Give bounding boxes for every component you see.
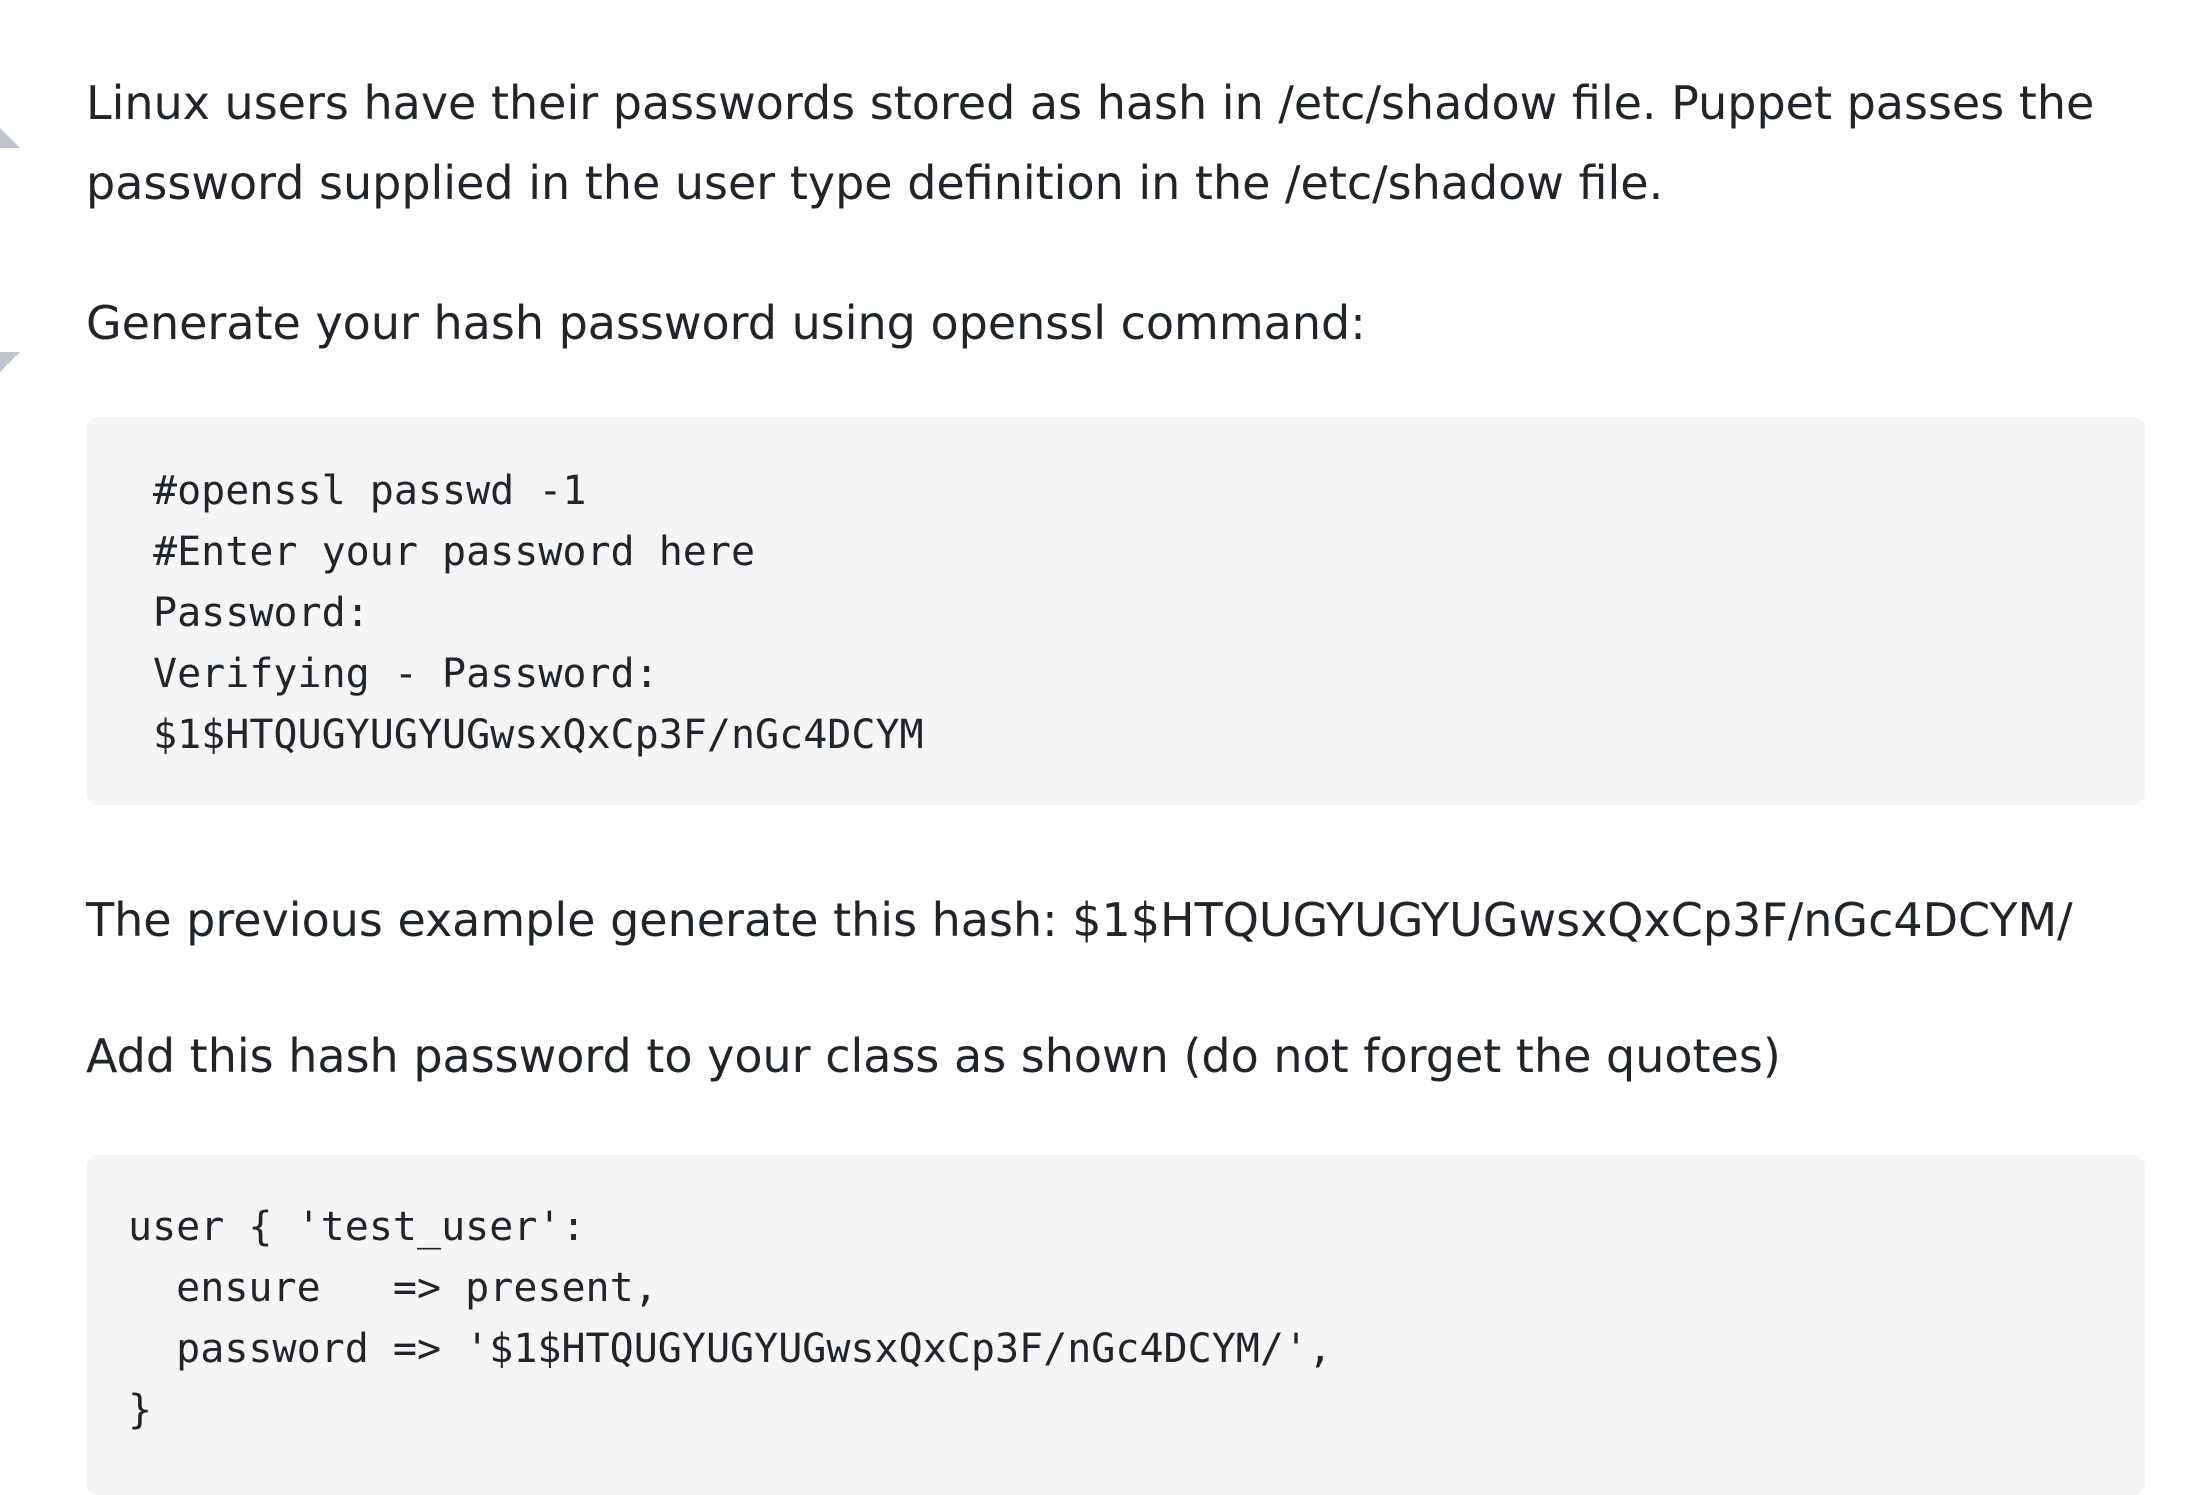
code-line: $1$HTQUGYUGYUGwsxQxCp3F/nGc4DCYM: [153, 712, 924, 758]
code-line: ensure => present,: [128, 1265, 658, 1311]
code-line: password => '$1$HTQUGYUGYUGwsxQxCp3F/nGc…: [128, 1326, 1333, 1372]
paragraph-generated-hash: The previous example generate this hash:…: [86, 893, 2073, 947]
code-line: Verifying - Password:: [153, 651, 659, 697]
code-line: user { 'test_user':: [128, 1204, 586, 1250]
paragraph-add-hash: Add this hash password to your class as …: [86, 1029, 1781, 1083]
code-line: Password:: [153, 590, 370, 636]
code-line: #openssl passwd -1: [153, 468, 587, 514]
code-line: }: [128, 1387, 153, 1433]
paragraph-shadow-intro: Linux users have their passwords stored …: [86, 76, 2095, 210]
decorative-arrow-down-icon: [0, 352, 20, 372]
code-block-puppet-user: user { 'test_user': ensure => present, p…: [86, 1155, 2145, 1495]
code-block-openssl: #openssl passwd -1 #Enter your password …: [86, 417, 2145, 805]
paragraph-generate-hash: Generate your hash password using openss…: [86, 296, 1366, 350]
decorative-arrow-up-icon: [0, 128, 20, 148]
code-line: #Enter your password here: [153, 529, 756, 575]
